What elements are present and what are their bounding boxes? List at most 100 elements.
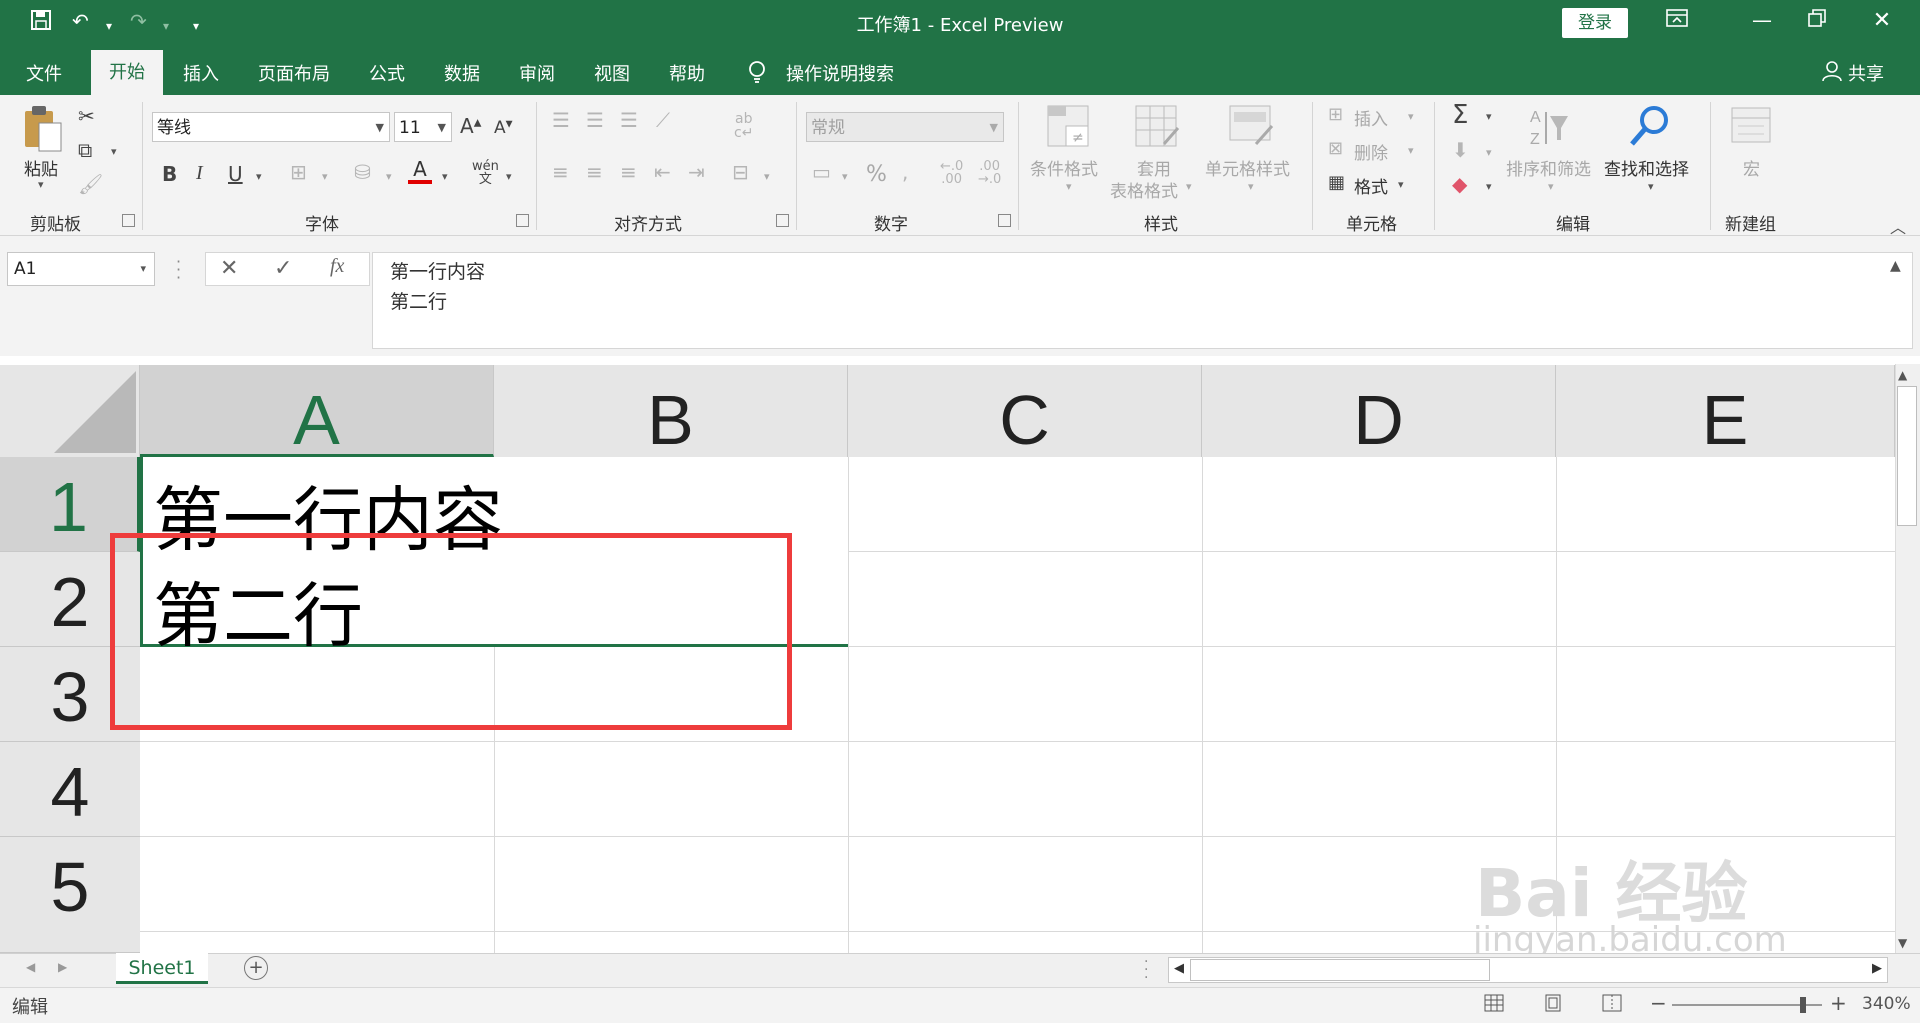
row-header-4[interactable]: 4 <box>0 742 140 837</box>
font-name-combo[interactable]: 等线 ▼ <box>152 112 390 142</box>
scroll-right-icon[interactable]: ▶ <box>1872 961 1882 976</box>
tab-review[interactable]: 审阅 <box>519 60 555 86</box>
share-icon[interactable] <box>1822 60 1842 87</box>
share-button[interactable]: 共享 <box>1848 60 1884 86</box>
sheet-tab-sheet1[interactable]: Sheet1 <box>116 953 208 984</box>
status-mode: 编辑 <box>12 997 48 1018</box>
chevron-down-icon[interactable]: ▾ <box>1398 178 1404 191</box>
name-box-value: A1 <box>14 259 37 279</box>
format-cells-button[interactable]: 格式 <box>1354 173 1388 198</box>
restore-icon[interactable] <box>1797 8 1837 33</box>
tab-formulas[interactable]: 公式 <box>369 60 405 86</box>
scroll-left-icon[interactable]: ◀ <box>1174 961 1184 976</box>
italic-icon[interactable]: I <box>196 162 203 185</box>
chevron-down-icon[interactable]: ▾ <box>1648 180 1654 193</box>
cancel-entry-icon[interactable]: ✕ <box>220 256 238 281</box>
close-icon[interactable]: ✕ <box>1862 8 1902 33</box>
alignment-launcher-icon[interactable] <box>776 214 789 227</box>
number-launcher-icon[interactable] <box>998 214 1011 227</box>
tab-insert[interactable]: 插入 <box>183 60 219 86</box>
undo-dropdown-icon[interactable]: ▾ <box>106 14 112 38</box>
add-sheet-icon[interactable]: + <box>244 956 268 980</box>
zoom-out-icon[interactable]: − <box>1650 991 1667 1015</box>
tab-split-grip-icon[interactable]: · · · <box>1144 955 1148 985</box>
ribbon-display-options-icon[interactable] <box>1657 8 1697 33</box>
fill-dropdown-icon: ▾ <box>1486 146 1492 159</box>
paste-dropdown-icon[interactable]: ▾ <box>38 178 44 191</box>
percent-style-button: % <box>866 162 887 187</box>
bold-icon[interactable]: B <box>162 162 177 186</box>
column-header-d[interactable]: D <box>1202 365 1556 459</box>
column-header-b[interactable]: B <box>494 365 848 459</box>
tab-view[interactable]: 视图 <box>594 60 630 86</box>
merge-center-icon: ⊟ <box>732 160 749 184</box>
scroll-up-icon[interactable]: ▲ <box>1898 368 1907 382</box>
scroll-down-icon[interactable]: ▼ <box>1898 936 1907 950</box>
column-header-e[interactable]: E <box>1556 365 1895 459</box>
vertical-scroll-thumb[interactable] <box>1897 386 1917 526</box>
formula-input[interactable]: 第一行内容 第二行 <box>372 252 1913 349</box>
phonetic-dropdown-icon[interactable]: ▾ <box>506 170 512 183</box>
formula-line-2: 第二行 <box>390 291 448 313</box>
copy-dropdown-icon[interactable]: ▾ <box>111 145 117 158</box>
chevron-down-icon[interactable]: ▾ <box>140 253 146 285</box>
insert-function-icon[interactable]: fx <box>330 255 344 278</box>
column-header-c[interactable]: C <box>848 365 1202 459</box>
font-launcher-icon[interactable] <box>516 214 529 227</box>
font-size-combo[interactable]: 11 ▼ <box>394 112 452 142</box>
find-select-button[interactable]: 查找和选择 <box>1604 155 1689 180</box>
phonetic-icon[interactable]: wén 文 <box>472 160 499 186</box>
page-break-preview-icon[interactable] <box>1602 994 1622 1016</box>
zoom-level[interactable]: 340% <box>1862 994 1911 1014</box>
zoom-in-icon[interactable]: + <box>1830 991 1847 1015</box>
cut-icon[interactable]: ✂ <box>78 104 95 128</box>
copy-icon[interactable]: ⧉ <box>78 138 92 162</box>
fill-color-icon: ⛁ <box>354 160 371 184</box>
format-cells-icon[interactable]: ▦ <box>1328 172 1345 193</box>
save-icon[interactable] <box>30 9 52 36</box>
conditional-formatting-icon: ≠ <box>1046 104 1090 152</box>
formula-bar-grip-icon[interactable]: · · · <box>176 254 181 286</box>
login-button[interactable]: 登录 <box>1562 8 1628 38</box>
zoom-slider-thumb[interactable] <box>1800 997 1806 1013</box>
clipboard-launcher-icon[interactable] <box>122 214 135 227</box>
clear-dropdown-icon[interactable]: ▾ <box>1486 180 1492 193</box>
tab-help[interactable]: 帮助 <box>669 60 705 86</box>
collapse-formula-bar-icon[interactable]: ▲ <box>1890 258 1901 274</box>
tab-home[interactable]: 开始 <box>91 50 163 95</box>
autosum-dropdown-icon[interactable]: ▾ <box>1486 110 1492 123</box>
chevron-down-icon: ▼ <box>989 121 998 134</box>
find-select-icon[interactable] <box>1628 104 1672 152</box>
tab-data[interactable]: 数据 <box>444 60 480 86</box>
decrease-font-size-icon[interactable]: A▼ <box>494 118 513 138</box>
gridline <box>848 457 849 953</box>
next-sheet-icon[interactable]: ▶ <box>58 960 67 974</box>
insert-cells-button: 插入 <box>1354 110 1388 130</box>
number-group-label: 数字 <box>874 215 908 235</box>
clear-eraser-icon[interactable]: ◆ <box>1452 172 1467 196</box>
paste-icon[interactable] <box>22 103 64 159</box>
underline-dropdown-icon[interactable]: ▾ <box>256 170 262 183</box>
font-color-dropdown-icon[interactable]: ▾ <box>442 170 448 183</box>
row-header-5[interactable]: 5 <box>0 837 140 953</box>
increase-font-size-icon[interactable]: A▲ <box>460 114 481 138</box>
customize-qat-icon[interactable]: ▾ <box>193 14 199 38</box>
normal-view-icon[interactable] <box>1484 994 1504 1016</box>
minimize-icon[interactable]: — <box>1742 8 1782 32</box>
horizontal-scroll-thumb[interactable] <box>1190 959 1490 981</box>
page-layout-view-icon[interactable] <box>1544 994 1562 1016</box>
column-header-a[interactable]: A <box>140 365 494 459</box>
select-all-button[interactable] <box>0 365 140 457</box>
prev-sheet-icon[interactable]: ◀ <box>26 960 35 974</box>
undo-icon[interactable]: ↶ <box>72 9 89 33</box>
confirm-entry-icon[interactable]: ✓ <box>274 256 292 281</box>
tab-file[interactable]: 文件 <box>26 60 62 86</box>
underline-icon[interactable]: U <box>228 162 243 186</box>
name-box[interactable]: A1 ▾ <box>7 252 155 286</box>
font-color-icon[interactable]: A <box>408 158 432 186</box>
paste-button[interactable]: 粘贴 <box>24 155 58 180</box>
tab-page-layout[interactable]: 页面布局 <box>258 60 330 86</box>
collapse-ribbon-icon[interactable]: ︿ <box>1890 214 1906 238</box>
tell-me-search[interactable]: 操作说明搜索 <box>786 60 894 86</box>
autosum-icon[interactable]: Σ <box>1452 100 1468 130</box>
